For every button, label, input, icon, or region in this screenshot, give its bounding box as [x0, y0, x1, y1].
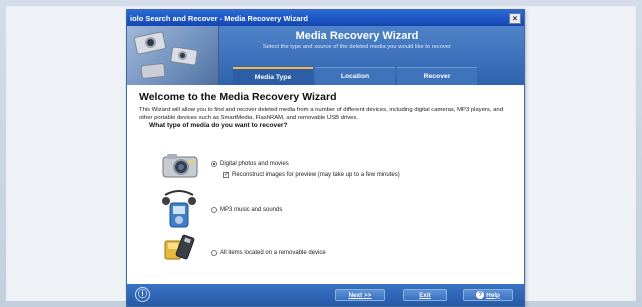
info-icon: ⓘ [135, 287, 150, 302]
banner-subtitle: Select the type and source of the delete… [262, 44, 452, 50]
next-label: Next >> [348, 291, 372, 299]
photos-radio[interactable] [211, 161, 217, 167]
banner-devices-image [127, 26, 219, 85]
wizard-banner: Media Recovery Wizard Select the type an… [127, 26, 524, 85]
wizard-footer: ⓘ Next >> Exit ? Help [127, 284, 524, 306]
step-recover: Recover [397, 67, 477, 85]
option-removable[interactable]: All items located on a removable device [211, 250, 326, 256]
help-label: Help [486, 291, 500, 299]
option-photos[interactable]: Digital photos and movies [211, 161, 289, 167]
intro-text: This Wizard will allow you to find and r… [139, 107, 503, 121]
wizard-window: iolo Search and Recover - Media Recovery… [126, 9, 525, 307]
next-button[interactable]: Next >> [335, 289, 385, 301]
media-question: What type of media do you want to recove… [149, 122, 288, 129]
step-media-type: Media Type [233, 67, 313, 85]
wizard-steps: Media Type Location Recover [233, 67, 479, 85]
title-bar: iolo Search and Recover - Media Recovery… [127, 10, 524, 26]
page-heading: Welcome to the Media Recovery Wizard [139, 91, 337, 103]
banner-title: Media Recovery Wizard [295, 30, 419, 42]
option-reconstruct[interactable]: ✓ Reconstruct images for preview (may ta… [223, 172, 400, 178]
mp3-label: MP3 music and sounds [220, 207, 283, 213]
removable-radio[interactable] [211, 250, 217, 256]
camera-icon [162, 154, 198, 178]
reconstruct-label: Reconstruct images for preview (may take… [232, 172, 400, 178]
close-button[interactable]: × [509, 12, 521, 24]
reconstruct-checkbox[interactable]: ✓ [223, 172, 229, 178]
mp3-player-icon [162, 190, 196, 228]
step-location: Location [315, 67, 395, 85]
help-icon: ? [476, 291, 485, 299]
flash-card-icon [164, 234, 195, 260]
window-title: iolo Search and Recover - Media Recovery… [130, 13, 308, 23]
exit-label: Exit [419, 291, 431, 299]
mp3-radio[interactable] [211, 207, 217, 213]
option-mp3[interactable]: MP3 music and sounds [211, 207, 282, 213]
exit-button[interactable]: Exit [403, 289, 447, 301]
photos-label: Digital photos and movies [220, 161, 289, 167]
help-button[interactable]: ? Help [463, 289, 513, 301]
wizard-content: Welcome to the Media Recovery Wizard Thi… [127, 85, 524, 292]
removable-label: All items located on a removable device [220, 250, 326, 256]
